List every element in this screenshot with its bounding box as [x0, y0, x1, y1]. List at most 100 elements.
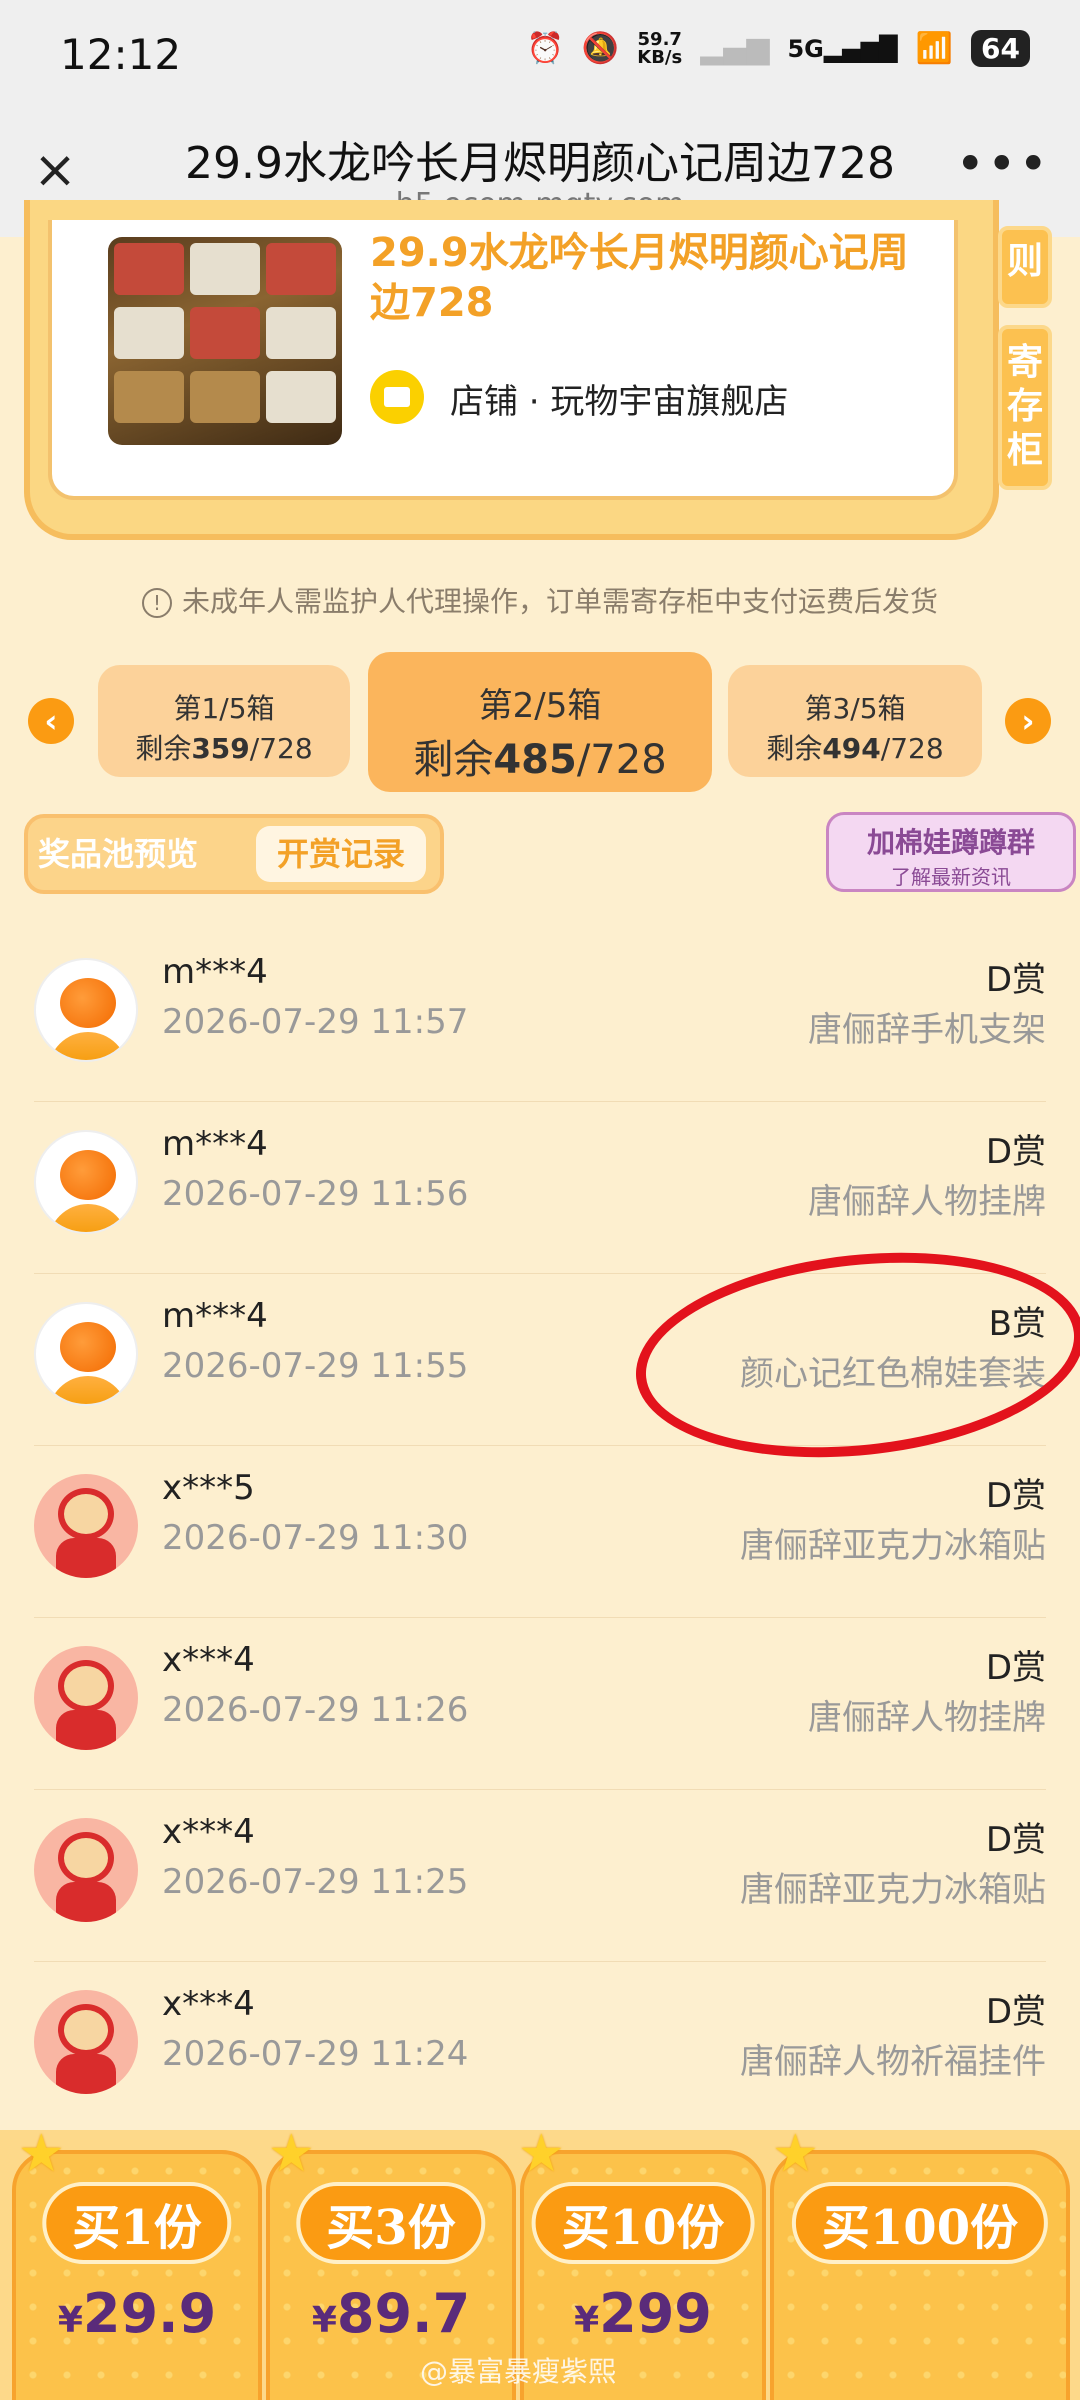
box-1-label: 第1/5箱 — [173, 692, 275, 725]
avatar — [34, 1818, 138, 1922]
buy-1-button[interactable]: 买1份 ¥29.9 — [12, 2150, 262, 2400]
avatar — [34, 1646, 138, 1750]
box-1-prefix: 剩余 — [135, 732, 192, 765]
notice-text: 未成年人需监护人代理操作，订单需寄存柜中支付运费后发货 — [181, 585, 938, 618]
group-title: 加棉娃蹲蹲群 — [866, 826, 1035, 859]
notice: ! 未成年人需监护人代理操作，订单需寄存柜中支付运费后发货 — [0, 580, 1080, 620]
record-grade: D赏 — [985, 1992, 1046, 2032]
prev-box-arrow-icon[interactable]: ‹ — [28, 698, 74, 744]
buy-3-currency: ¥ — [311, 2300, 337, 2341]
buy-100-label: 买100份 — [791, 2182, 1049, 2264]
record-user: x***4 — [162, 1640, 255, 1680]
box-1-remaining: 359 — [191, 732, 250, 765]
box-1-total: /728 — [249, 732, 313, 765]
box-1[interactable]: 第1/5箱 剩余359/728 — [98, 665, 350, 777]
record-row: x***4 2026-07-29 11:26 D赏 唐俪辞人物挂牌 — [34, 1618, 1046, 1790]
record-grade: D赏 — [985, 1132, 1046, 1172]
box-3-prefix: 剩余 — [766, 732, 823, 765]
box-2[interactable]: 第2/5箱 剩余485/728 — [368, 652, 712, 792]
record-grade: D赏 — [985, 1648, 1046, 1688]
record-user: x***4 — [162, 1812, 255, 1852]
avatar — [34, 1474, 138, 1578]
record-time: 2026-07-29 11:57 — [162, 1002, 469, 1042]
record-row: x***4 2026-07-29 11:25 D赏 唐俪辞亚克力冰箱贴 — [34, 1790, 1046, 1962]
shop-icon — [370, 370, 424, 424]
record-prize: 唐俪辞人物祈福挂件 — [740, 2042, 1046, 2082]
close-icon[interactable]: × — [30, 144, 80, 196]
box-3[interactable]: 第3/5箱 剩余494/728 — [728, 665, 982, 777]
box-3-total: /728 — [880, 732, 944, 765]
net-speed: 59.7 KB/s — [637, 30, 683, 68]
record-user: m***4 — [162, 1296, 268, 1336]
record-user: x***5 — [162, 1468, 255, 1508]
record-row: m***4 2026-07-29 11:56 D赏 唐俪辞人物挂牌 — [34, 1102, 1046, 1274]
signal-label: 5G — [787, 34, 824, 63]
group-subtitle: 了解最新资讯 — [891, 865, 1011, 889]
record-time: 2026-07-29 11:56 — [162, 1174, 469, 1214]
box-3-remaining: 494 — [822, 732, 881, 765]
star-icon: ★ — [268, 2124, 315, 2184]
record-tabs: 奖品池预览 开赏记录 — [24, 814, 444, 894]
record-prize: 唐俪辞手机支架 — [808, 1010, 1046, 1050]
signal-5g-icon: 5G▂▄▆█ — [787, 34, 898, 63]
signal-icon: ▂▄▆ — [700, 31, 770, 66]
page-title: 29.9水龙吟长月烬明颜心记周边728 — [185, 138, 895, 189]
avatar — [34, 958, 138, 1062]
record-grade: D赏 — [985, 1820, 1046, 1860]
record-prize: 唐俪辞人物挂牌 — [808, 1182, 1046, 1222]
record-time: 2026-07-29 11:26 — [162, 1690, 469, 1730]
buy-10-label: 买10份 — [531, 2182, 755, 2264]
shop-name[interactable]: 店铺 · 玩物宇宙旗舰店 — [450, 374, 788, 423]
battery-icon: 64 — [971, 30, 1030, 67]
wifi-icon: 📶 — [915, 31, 954, 66]
record-user: m***4 — [162, 1124, 268, 1164]
mute-icon: 🔕 — [581, 31, 620, 66]
buy-1-currency: ¥ — [57, 2300, 83, 2341]
status-time: 12:12 — [60, 30, 182, 79]
more-icon[interactable]: ••• — [956, 135, 1050, 193]
join-group-button[interactable]: 加棉娃蹲蹲群 了解最新资讯 — [826, 812, 1076, 892]
buy-3-price: 89.7 — [336, 2282, 471, 2345]
box-2-total: /728 — [576, 737, 667, 783]
buy-1-label: 买1份 — [42, 2182, 232, 2264]
buy-10-currency: ¥ — [574, 2300, 600, 2341]
net-speed-unit: KB/s — [637, 46, 683, 68]
product-image[interactable] — [108, 237, 342, 445]
record-row: m***4 2026-07-29 11:57 D赏 唐俪辞手机支架 — [34, 930, 1046, 1102]
avatar — [34, 1990, 138, 2094]
product-title: 29.9水龙吟长月烬明颜心记周边728 — [370, 230, 909, 326]
buy-10-price: 299 — [599, 2282, 712, 2345]
avatar — [34, 1130, 138, 1234]
record-time: 2026-07-29 11:24 — [162, 2034, 469, 2074]
alarm-icon: ⏰ — [526, 31, 564, 66]
next-box-arrow-icon[interactable]: › — [1005, 698, 1051, 744]
record-grade: D赏 — [985, 960, 1046, 1000]
star-icon: ★ — [518, 2124, 565, 2184]
buy-100-button[interactable]: 买100份 — [770, 2150, 1070, 2400]
record-time: 2026-07-29 11:30 — [162, 1518, 469, 1558]
record-user: m***4 — [162, 952, 268, 992]
box-2-remaining: 485 — [493, 737, 577, 783]
buy-3-label: 买3份 — [296, 2182, 486, 2264]
star-icon: ★ — [772, 2124, 819, 2184]
status-icons: ⏰ 🔕 59.7 KB/s ▂▄▆ 5G▂▄▆█ 📶 64 — [527, 30, 1030, 67]
tab-prize-pool[interactable]: 奖品池预览 — [38, 826, 198, 882]
record-prize: 唐俪辞亚克力冰箱贴 — [740, 1526, 1046, 1566]
box-2-label: 第2/5箱 — [478, 686, 602, 726]
buy-1-price: 29.9 — [82, 2282, 217, 2345]
record-row: x***5 2026-07-29 11:30 D赏 唐俪辞亚克力冰箱贴 — [34, 1446, 1046, 1618]
box-2-prefix: 剩余 — [413, 737, 494, 783]
record-time: 2026-07-29 11:55 — [162, 1346, 469, 1386]
rules-tab[interactable]: 则 — [998, 226, 1052, 308]
record-prize: 唐俪辞人物挂牌 — [808, 1698, 1046, 1738]
record-row: x***4 2026-07-29 11:24 D赏 唐俪辞人物祈福挂件 — [34, 1962, 1046, 2134]
watermark: @暴富暴瘦紫熙 — [420, 2355, 617, 2388]
record-user: x***4 — [162, 1984, 255, 2024]
status-bar: 12:12 ⏰ 🔕 59.7 KB/s ▂▄▆ 5G▂▄▆█ 📶 64 — [0, 0, 1080, 115]
record-grade: D赏 — [985, 1476, 1046, 1516]
avatar — [34, 1302, 138, 1406]
record-time: 2026-07-29 11:25 — [162, 1862, 469, 1902]
tab-records[interactable]: 开赏记录 — [256, 826, 426, 882]
locker-tab[interactable]: 寄存柜 — [998, 325, 1052, 490]
star-icon: ★ — [18, 2124, 65, 2184]
